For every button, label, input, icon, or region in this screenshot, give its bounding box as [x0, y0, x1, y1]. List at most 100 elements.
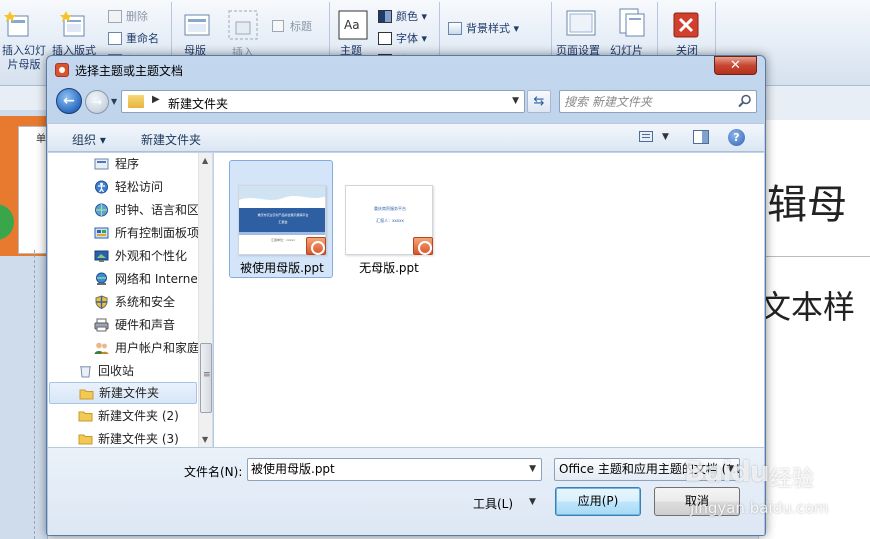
background-styles-button[interactable]: 背景样式 ▾ [448, 22, 519, 36]
file-item[interactable]: 重庆市农业农村产品综合展示展销平台 汇报会 汇报单位：xxxxx 被使用母版.p… [229, 160, 333, 278]
colors-button[interactable]: 颜色 ▾ [378, 10, 427, 24]
folder-icon [128, 95, 144, 108]
scroll-up-icon[interactable]: ▲ [202, 156, 208, 165]
themes-icon: Aa [338, 10, 368, 40]
search-box [559, 90, 757, 113]
slide-title-text[interactable]: 辑母 [767, 172, 847, 230]
nav-item-hardware-sound[interactable]: 硬件和声音 [48, 314, 198, 336]
fonts-icon [378, 32, 392, 45]
thumb-title-line: 重庆市农业农村产品综合展示展销平台 [257, 213, 309, 217]
delete-label: 删除 [126, 10, 148, 23]
nav-item-new-folder-3[interactable]: 新建文件夹 (3) [48, 428, 198, 447]
scrollbar-thumb[interactable] [200, 343, 212, 413]
organize-menu[interactable]: 组织 ▾ [72, 131, 106, 148]
fonts-button[interactable]: 字体 ▾ [378, 32, 427, 46]
refresh-button[interactable]: ⇆ [527, 90, 551, 113]
navigation-scrollbar[interactable]: ▲ ▼ [198, 153, 212, 447]
nav-item-all-control-panel[interactable]: 所有控制面板项 [48, 222, 198, 244]
file-type-dropdown-icon[interactable]: ▼ [727, 459, 734, 480]
slide-orientation-icon [619, 8, 645, 37]
tools-menu[interactable]: 工具(L) [473, 495, 513, 512]
search-input[interactable] [564, 93, 728, 110]
view-options-dropdown-icon[interactable]: ▼ [662, 132, 669, 142]
dialog-toolbar: 组织 ▾ 新建文件夹 ▼ ? [48, 123, 764, 152]
insert-slide-master-button[interactable]: 插入幻灯 片母版 [0, 44, 48, 72]
nav-item-label: 网络和 Internet [115, 272, 198, 286]
filename-label: 文件名(N): [184, 465, 243, 479]
nav-item-label: 时钟、语言和区域 [115, 203, 198, 217]
back-button[interactable]: ← [56, 88, 82, 114]
clock-globe-icon [95, 203, 108, 217]
checkbox-icon [272, 20, 284, 32]
master-thumbnail-page [18, 126, 48, 254]
dialog-titlebar[interactable]: 选择主题或主题文档 ✕ [47, 56, 765, 82]
preview-pane-icon[interactable] [693, 130, 709, 144]
filename-value[interactable]: 被使用母版.ppt [251, 462, 335, 476]
filename-input[interactable]: 被使用母版.ppt ▼ [247, 458, 542, 481]
search-icon[interactable] [738, 94, 752, 108]
control-panel-icon [94, 227, 109, 239]
folder-icon [79, 389, 94, 400]
breadcrumb-chevron-icon[interactable]: ▶ [152, 94, 160, 105]
new-folder-button[interactable]: 新建文件夹 [141, 131, 201, 148]
scroll-down-icon[interactable]: ▼ [202, 435, 208, 444]
folder-icon [78, 411, 93, 422]
apply-button[interactable]: 应用(P) [555, 487, 641, 516]
background-styles-label: 背景样式 [466, 22, 510, 35]
nav-item-recycle-bin[interactable]: 回收站 [48, 360, 198, 382]
forward-button[interactable]: → [85, 90, 109, 114]
title-checkbox[interactable]: 标题 [272, 20, 312, 34]
address-path[interactable]: 新建文件夹 [168, 95, 228, 112]
file-name: 被使用母版.ppt [240, 261, 324, 275]
fonts-label: 字体 [396, 32, 418, 45]
delete-button[interactable]: 删除 [108, 10, 148, 24]
nav-item-new-folder[interactable]: 新建文件夹 [49, 382, 197, 404]
slide-body-text[interactable]: 文本样 [759, 282, 855, 328]
address-bar[interactable]: ▶ 新建文件夹 ▼ [121, 90, 525, 113]
background-styles-icon [448, 22, 462, 35]
nav-item-appearance[interactable]: 外观和个性化 [48, 245, 198, 267]
nav-item-network-internet[interactable]: 网络和 Internet [48, 268, 198, 290]
recent-pages-dropdown-icon[interactable]: ▼ [111, 97, 117, 106]
nav-item-new-folder-2[interactable]: 新建文件夹 (2) [48, 405, 198, 427]
file-item[interactable]: 重庆商贸服务平台 汇报人：xxxxx 无母版.ppt [336, 160, 440, 278]
delete-icon [108, 10, 122, 23]
nav-item-label: 新建文件夹 [99, 386, 160, 400]
nav-item-programs[interactable]: 程序 [48, 153, 198, 175]
insert-layout-icon [60, 11, 85, 37]
master-thumbnail-text: 单 [36, 134, 46, 145]
change-view-icon[interactable] [639, 131, 653, 142]
title-checkbox-label: 标题 [290, 20, 312, 33]
nav-item-label: 所有控制面板项 [115, 226, 198, 240]
thumb-title-line: 重庆商贸服务平台 [374, 206, 406, 211]
dialog-title: 选择主题或主题文档 [75, 64, 184, 78]
rename-icon [108, 32, 122, 45]
nav-item-system-security[interactable]: 系统和安全 [48, 291, 198, 313]
cancel-button[interactable]: 取消 [654, 487, 740, 516]
file-type-select[interactable]: Office 主题和应用主题的文档 (*.thmx ▼ [554, 458, 740, 481]
filename-dropdown-icon[interactable]: ▼ [529, 459, 536, 480]
appearance-icon [94, 250, 109, 262]
nav-item-ease-of-access[interactable]: 轻松访问 [48, 176, 198, 198]
nav-item-label: 新建文件夹 (3) [98, 432, 179, 446]
nav-item-user-accounts[interactable]: 用户帐户和家庭安全 [48, 337, 198, 359]
rename-button[interactable]: 重命名 [108, 32, 159, 46]
navigation-pane: 程序 轻松访问 时钟、语言和区域 所有控制面板项 外观和个性化 网络和 Inte… [48, 153, 213, 447]
thumb-subtitle-line: 汇报会 [278, 220, 288, 224]
address-dropdown-icon[interactable]: ▼ [512, 96, 519, 106]
nav-item-clock-language-region[interactable]: 时钟、语言和区域 [48, 199, 198, 221]
help-icon[interactable]: ? [728, 129, 745, 146]
thumbnail-decoration [0, 204, 14, 240]
ppt-file-icon [306, 237, 326, 255]
nav-item-label: 外观和个性化 [115, 249, 188, 263]
nav-item-label: 轻松访问 [115, 180, 164, 194]
ppt-file-icon [413, 237, 433, 255]
nav-item-label: 硬件和声音 [115, 318, 176, 332]
dialog-footer: 文件名(N): 被使用母版.ppt ▼ Office 主题和应用主题的文档 (*… [48, 447, 764, 535]
master-thumbnail[interactable]: 单 [0, 116, 48, 256]
tools-dropdown-icon[interactable]: ▼ [529, 497, 536, 507]
nav-item-label: 系统和安全 [115, 295, 176, 309]
dialog-close-button[interactable]: ✕ [714, 56, 757, 75]
svg-text:Aa: Aa [344, 18, 360, 32]
network-icon [96, 272, 107, 285]
